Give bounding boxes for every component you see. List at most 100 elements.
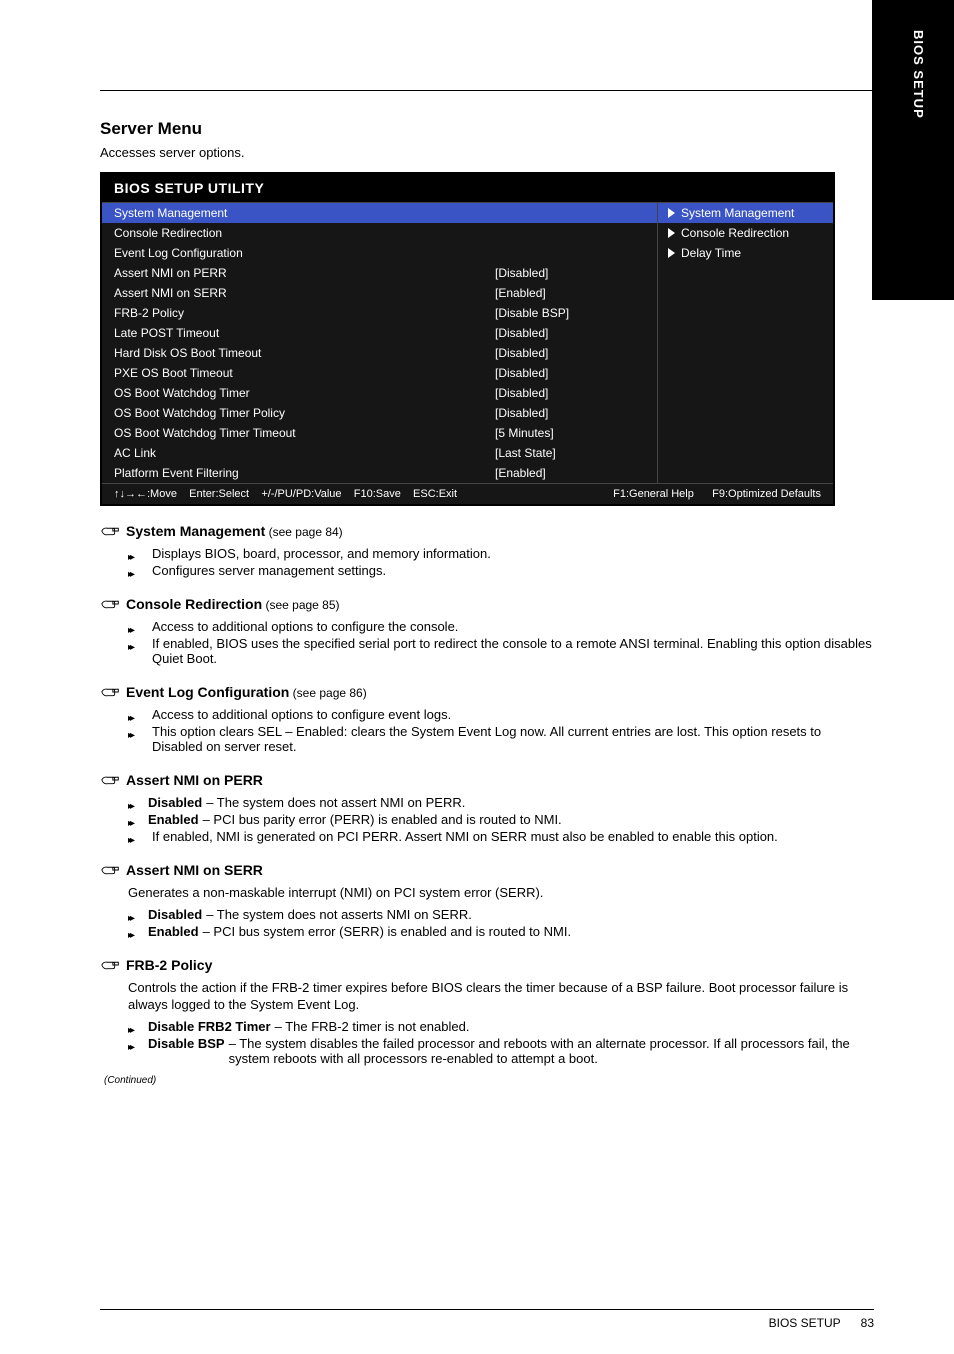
osd-row[interactable]: Console Redirection — [102, 223, 657, 243]
osd-row[interactable]: OS Boot Watchdog Timer[Disabled] — [102, 383, 657, 403]
setting-item: Assert NMI on PERR Disabled – The system … — [100, 769, 874, 845]
footer-section: BIOS SETUP — [769, 1316, 841, 1330]
section-subtitle: Accesses server options. — [100, 145, 874, 160]
osd-row[interactable]: OS Boot Watchdog Timer Timeout[5 Minutes… — [102, 423, 657, 443]
option-desc: – PCI bus system error (SERR) is enabled… — [203, 924, 571, 939]
osd-help-label: System Management — [681, 206, 794, 220]
option-label: Enabled — [148, 924, 199, 939]
setting-item-head: FRB-2 Policy — [100, 954, 874, 975]
osd-help-label: Console Redirection — [681, 226, 789, 240]
setting-option: This option clears SEL – Enabled: clears… — [128, 723, 874, 755]
setting-item-title: Assert NMI on PERR — [126, 772, 263, 788]
osd-row-value: [Disabled] — [495, 366, 645, 380]
setting-item-head: Assert NMI on PERR — [100, 769, 874, 790]
double-arrow-icon — [128, 926, 148, 941]
osd-row[interactable]: Late POST Timeout[Disabled] — [102, 323, 657, 343]
osd-help-item[interactable]: System Management — [658, 203, 833, 223]
osd-footer-right: F1:General Help F9:Optimized Defaults — [613, 488, 821, 500]
osd-help-item[interactable]: Console Redirection — [658, 223, 833, 243]
option-desc: – The FRB-2 timer is not enabled. — [275, 1019, 470, 1034]
option-label: Disable FRB2 Timer — [148, 1019, 271, 1034]
option-desc: – The system disables the failed process… — [229, 1036, 874, 1066]
osd-row[interactable]: Event Log Configuration — [102, 243, 657, 263]
option-desc: Configures server management settings. — [152, 563, 386, 578]
setting-item-body: Generates a non-maskable interrupt (NMI)… — [128, 884, 874, 902]
osd-row[interactable]: FRB-2 Policy[Disable BSP] — [102, 303, 657, 323]
double-arrow-icon — [128, 565, 148, 580]
setting-option: Configures server management settings. — [128, 562, 874, 579]
double-arrow-icon — [128, 909, 148, 924]
setting-item: Assert NMI on SERR Generates a non-maskab… — [100, 859, 874, 940]
setting-item-title: FRB-2 Policy — [126, 957, 212, 973]
option-desc: – The system does not assert NMI on PERR… — [206, 795, 465, 810]
osd-row[interactable]: System Management — [102, 203, 657, 223]
osd-left-pane: System Management Console Redirection Even… — [102, 203, 658, 483]
pointer-icon — [100, 862, 118, 883]
osd-row[interactable]: Platform Event Filtering[Enabled] — [102, 463, 657, 483]
option-desc: – The system does not asserts NMI on SER… — [206, 907, 472, 922]
section-title: Server Menu — [100, 119, 874, 139]
page: BIOS SETUP Server Menu Accesses server o… — [0, 0, 954, 1354]
option-label: Disable BSP — [148, 1036, 225, 1051]
osd-row[interactable]: AC Link[Last State] — [102, 443, 657, 463]
osd-row[interactable]: Assert NMI on PERR[Disabled] — [102, 263, 657, 283]
setting-item-body: Controls the action if the FRB-2 timer e… — [128, 979, 874, 1014]
osd-title: BIOS SETUP UTILITY — [102, 174, 833, 202]
osd-row-value: [Disabled] — [495, 346, 645, 360]
setting-option: Enabled – PCI bus system error (SERR) is… — [128, 923, 874, 940]
osd-row-value: [Enabled] — [495, 466, 645, 480]
pointer-icon — [100, 684, 118, 705]
osd-row-value: [Disabled] — [495, 266, 645, 280]
double-arrow-icon — [128, 797, 148, 812]
osd-row-value: [Disable BSP] — [495, 306, 645, 320]
setting-option: Disabled – The system does not assert NM… — [128, 794, 874, 811]
side-tab-label: BIOS SETUP — [911, 30, 926, 119]
osd-row-value — [495, 246, 645, 260]
osd-row-label: Event Log Configuration — [114, 246, 495, 260]
double-arrow-icon — [128, 548, 148, 563]
setting-item-ref: (see page 85) — [262, 598, 339, 612]
osd-help-label: Delay Time — [681, 246, 741, 260]
osd-row[interactable]: PXE OS Boot Timeout[Disabled] — [102, 363, 657, 383]
setting-item-title: Assert NMI on SERR — [126, 862, 263, 878]
osd-row-label: FRB-2 Policy — [114, 306, 495, 320]
osd-row[interactable]: Hard Disk OS Boot Timeout[Disabled] — [102, 343, 657, 363]
option-desc: If enabled, BIOS uses the specified seri… — [152, 636, 874, 666]
osd-row-value: [Last State] — [495, 446, 645, 460]
osd-row-label: OS Boot Watchdog Timer — [114, 386, 495, 400]
setting-item: Event Log Configuration (see page 86) Acc… — [100, 681, 874, 755]
osd-row-label: Platform Event Filtering — [114, 466, 495, 480]
side-tab: BIOS SETUP — [872, 0, 954, 300]
osd-row-value: [Disabled] — [495, 406, 645, 420]
setting-item-head: Assert NMI on SERR — [100, 859, 874, 880]
option-label: Enabled — [148, 812, 199, 827]
osd-row-value — [495, 226, 645, 240]
option-desc: Displays BIOS, board, processor, and mem… — [152, 546, 491, 561]
osd-row-label: Assert NMI on PERR — [114, 266, 495, 280]
setting-item-ref: (see page 84) — [265, 525, 342, 539]
option-desc: Access to additional options to configur… — [152, 707, 451, 722]
double-arrow-icon — [128, 621, 148, 636]
double-arrow-icon — [128, 814, 148, 829]
setting-item-head: Console Redirection (see page 85) — [100, 593, 874, 614]
osd-help-item[interactable]: Delay Time — [658, 243, 833, 263]
page-footer: BIOS SETUP 83 — [100, 1309, 874, 1330]
osd-row[interactable]: Assert NMI on SERR[Enabled] — [102, 283, 657, 303]
setting-item-ref: (see page 86) — [289, 686, 366, 700]
setting-option: Enabled – PCI bus parity error (PERR) is… — [128, 811, 874, 828]
setting-option: Displays BIOS, board, processor, and mem… — [128, 545, 874, 562]
bios-osd: BIOS SETUP UTILITY System Management Cons… — [100, 172, 835, 506]
osd-row-label: AC Link — [114, 446, 495, 460]
continued-label: (Continued) — [104, 1075, 874, 1086]
osd-row-label: Console Redirection — [114, 226, 495, 240]
setting-item: FRB-2 Policy Controls the action if the F… — [100, 954, 874, 1067]
setting-item-head: Event Log Configuration (see page 86) — [100, 681, 874, 702]
osd-row-label: PXE OS Boot Timeout — [114, 366, 495, 380]
osd-row-value: [Disabled] — [495, 326, 645, 340]
option-desc: If enabled, NMI is generated on PCI PERR… — [152, 829, 778, 844]
osd-row[interactable]: OS Boot Watchdog Timer Policy[Disabled] — [102, 403, 657, 423]
setting-option: Disabled – The system does not asserts N… — [128, 906, 874, 923]
option-desc: This option clears SEL – Enabled: clears… — [152, 724, 874, 754]
double-arrow-icon — [128, 726, 148, 741]
pointer-icon — [100, 772, 118, 793]
